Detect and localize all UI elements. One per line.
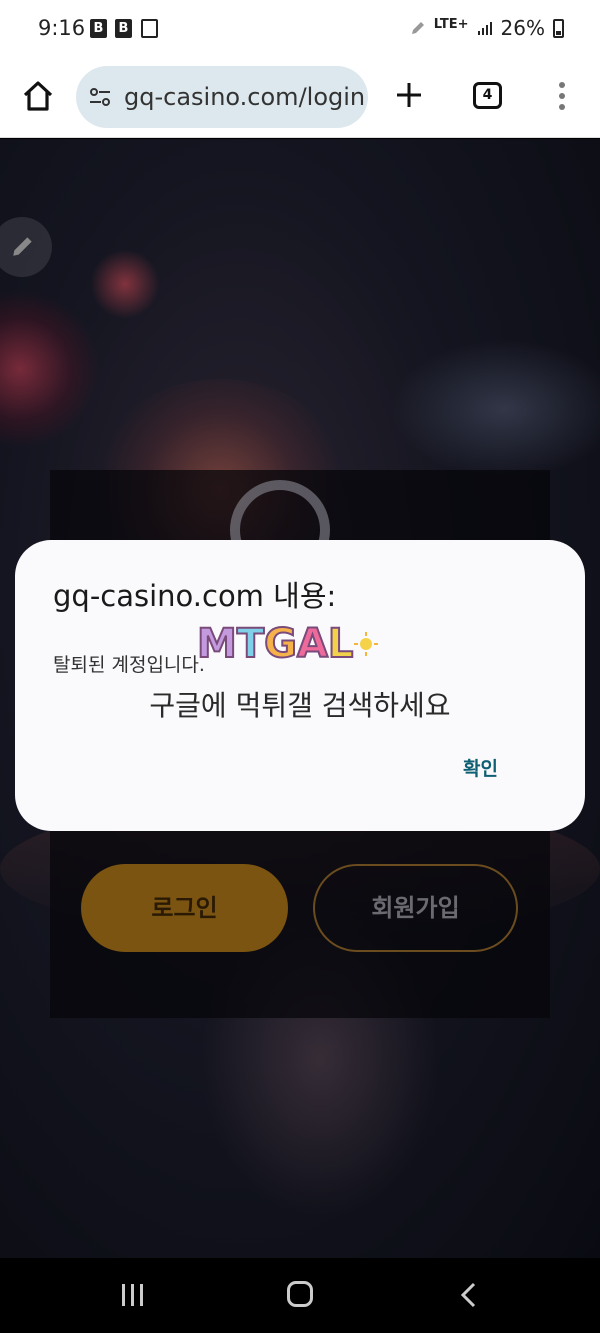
watermark-letter: M xyxy=(196,621,238,667)
address-bar[interactable]: gq-casino.com/login xyxy=(76,66,368,128)
url-text: gq-casino.com/login xyxy=(124,83,366,111)
watermark-logo: M T G A L xyxy=(196,621,379,667)
gallery-notification-icon xyxy=(141,19,158,38)
watermark-letter: T xyxy=(236,621,265,667)
status-time: 9:16 xyxy=(38,16,86,40)
alert-dialog: gq-casino.com 내용: 탈퇴된 계정입니다. 구글에 먹튀갤 검색하… xyxy=(15,540,585,831)
recents-button[interactable] xyxy=(120,1284,146,1306)
site-settings-icon[interactable] xyxy=(88,85,112,109)
cloud-decoration xyxy=(390,339,600,479)
watermark-letter: G xyxy=(263,621,298,667)
edit-fab[interactable] xyxy=(0,217,52,277)
notification-b-icon: B xyxy=(90,19,107,38)
notification-b-icon: B xyxy=(115,19,132,38)
login-button[interactable]: 로그인 xyxy=(81,864,288,952)
dialog-message: 탈퇴된 계정입니다. xyxy=(53,654,205,676)
more-menu-icon[interactable] xyxy=(552,80,572,112)
network-type: LTE+ xyxy=(433,16,469,32)
tab-switcher-button[interactable]: 4 xyxy=(473,82,502,109)
battery-percent: 26% xyxy=(500,16,545,40)
battery-icon xyxy=(553,18,564,38)
watermark-letter: A xyxy=(296,621,329,667)
firework-decoration xyxy=(0,289,100,449)
dialog-title: gq-casino.com 내용: xyxy=(53,579,337,613)
back-icon[interactable] xyxy=(458,1282,480,1308)
status-right: LTE+ 26% xyxy=(410,16,564,40)
status-bar: 9:16 B B LTE+ 26% xyxy=(0,0,600,62)
firework-decoration xyxy=(90,249,160,319)
pen-status-icon xyxy=(411,22,424,34)
browser-toolbar: gq-casino.com/login 4 xyxy=(0,62,600,138)
signal-icon xyxy=(477,22,492,35)
ok-button[interactable]: 확인 xyxy=(463,754,498,781)
new-tab-icon[interactable] xyxy=(394,80,424,110)
sparkle-icon xyxy=(354,632,379,656)
home-icon[interactable] xyxy=(20,78,56,114)
home-nav-button[interactable] xyxy=(287,1281,313,1307)
signup-button[interactable]: 회원가입 xyxy=(313,864,518,952)
system-nav-bar xyxy=(0,1258,600,1333)
watermark-letter: L xyxy=(327,621,354,667)
overlay-caption: 구글에 먹튀갤 검색하세요 xyxy=(149,689,451,722)
pencil-icon xyxy=(13,237,32,256)
